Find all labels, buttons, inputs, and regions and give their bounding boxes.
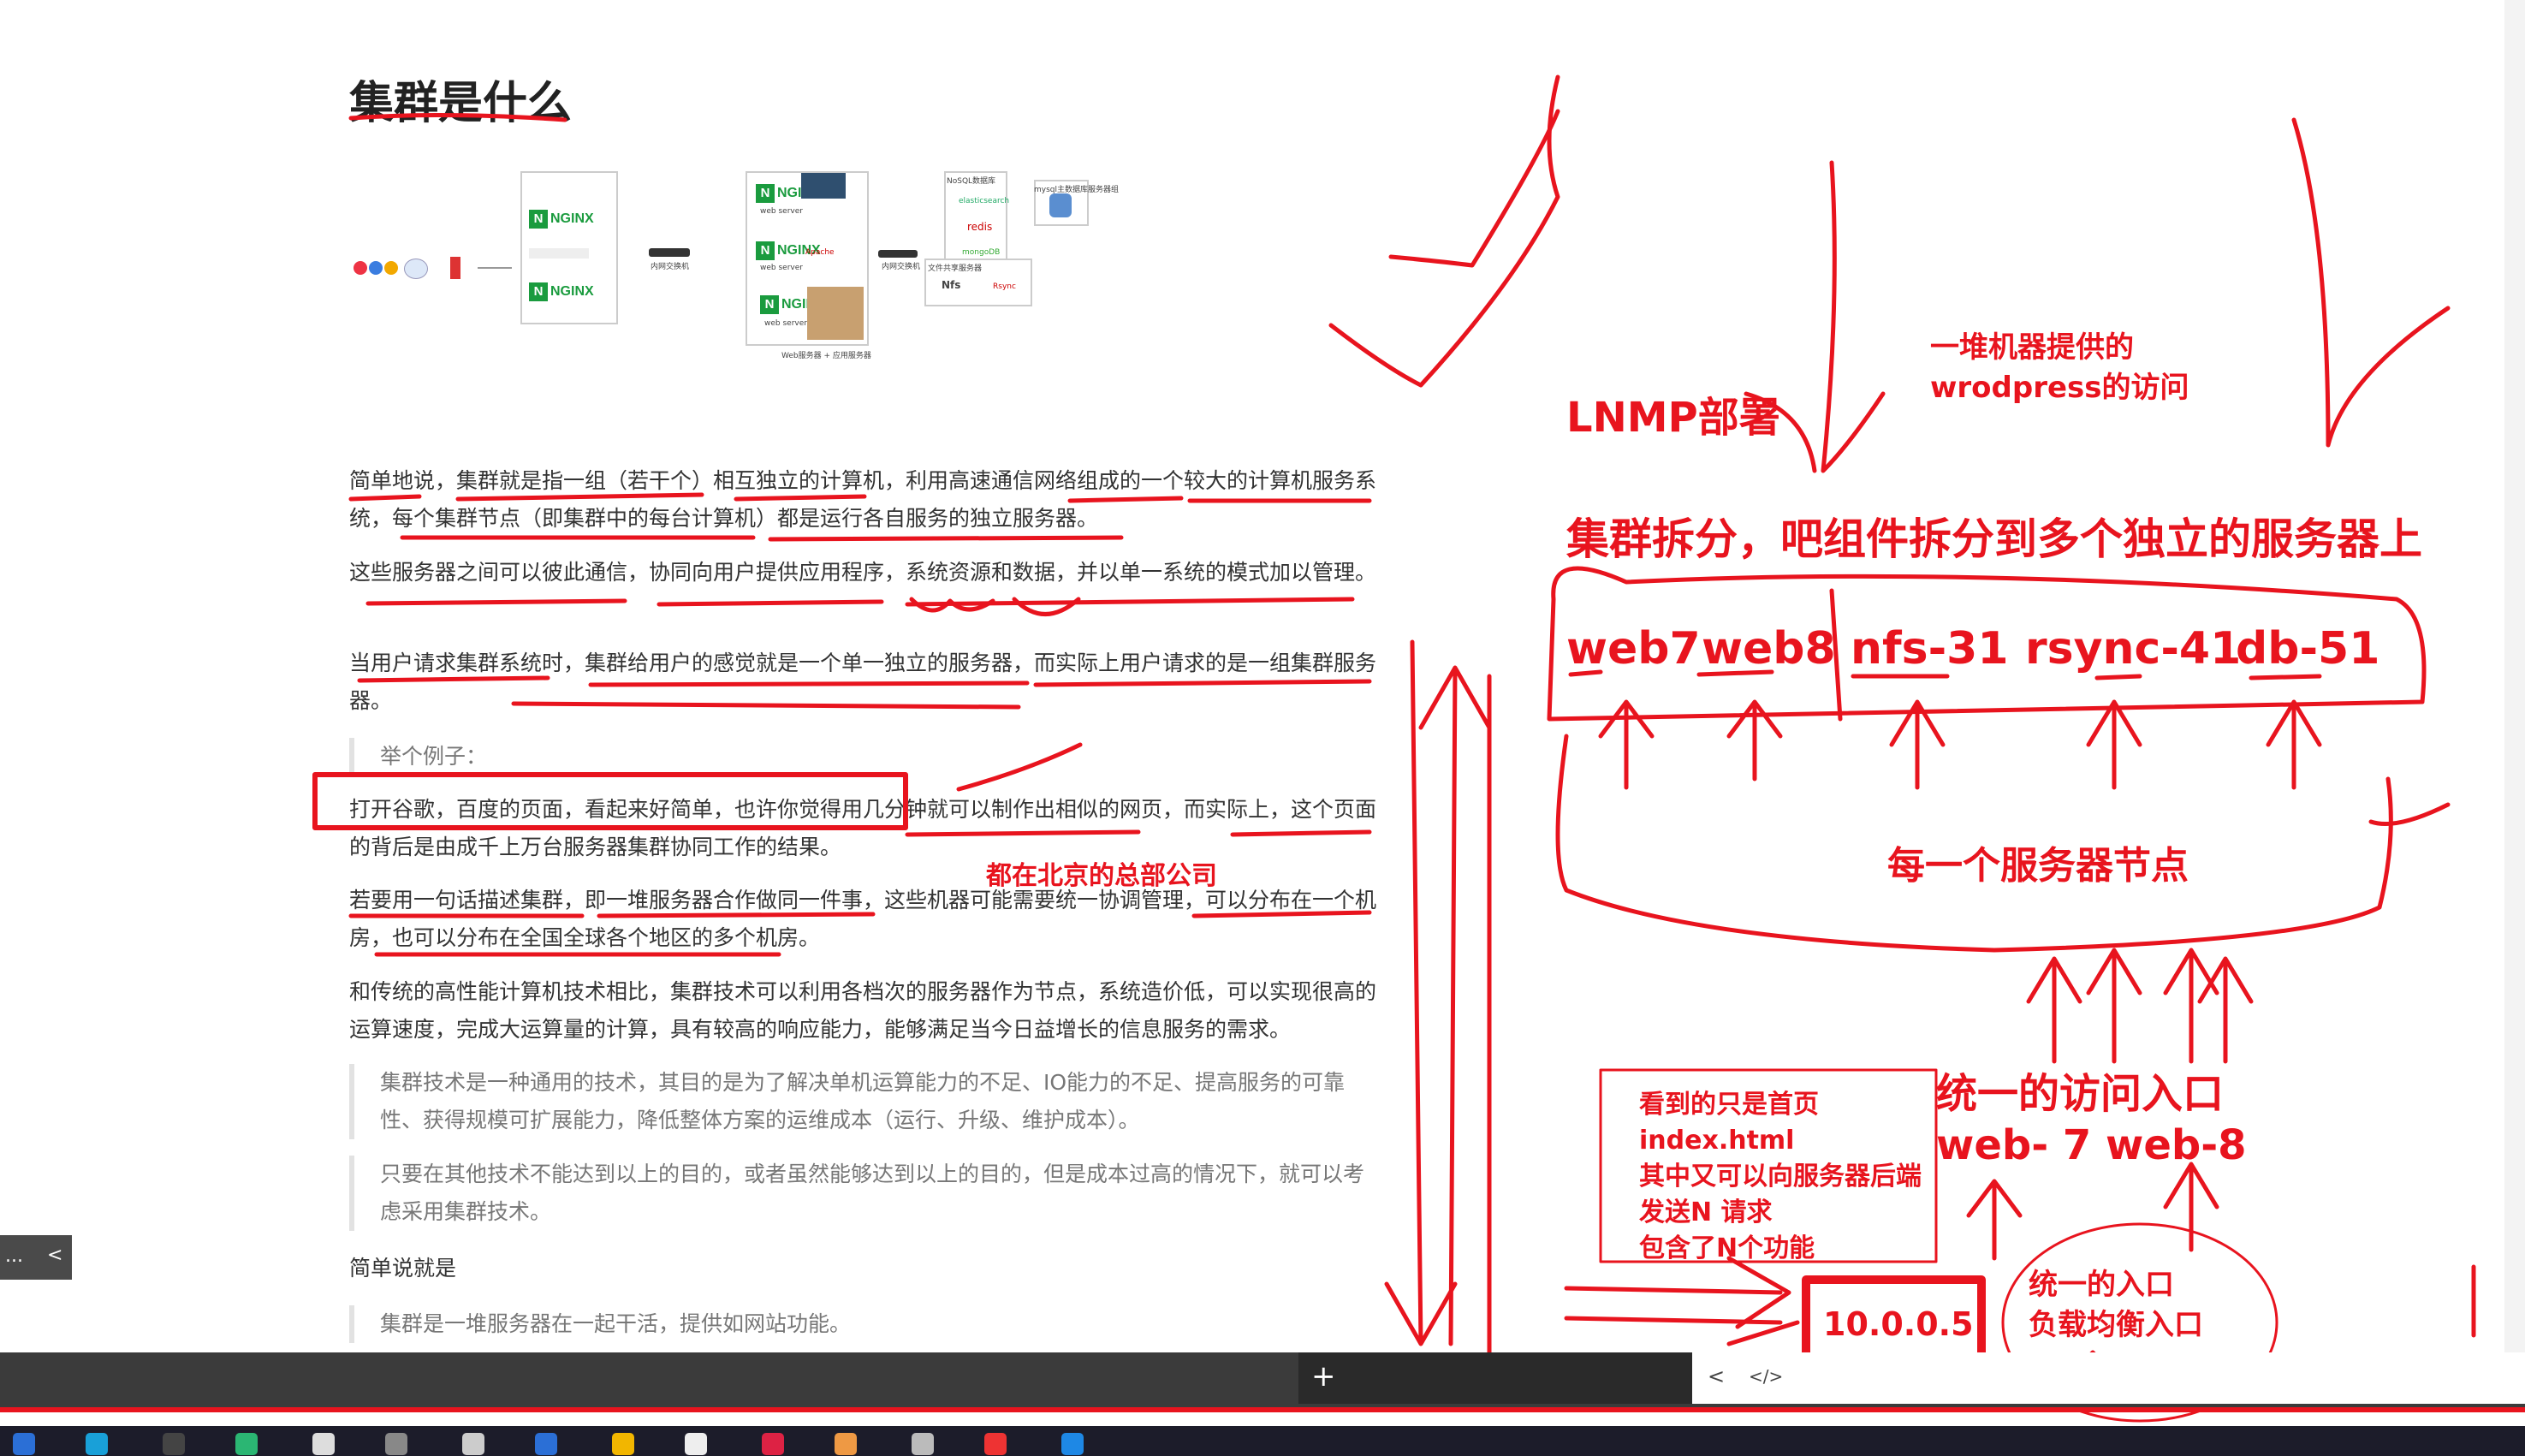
code-icon[interactable]: </> — [1749, 1366, 1783, 1387]
app-icon[interactable] — [385, 1433, 407, 1455]
app-icon[interactable] — [762, 1433, 784, 1455]
architecture-diagram: N NGINX N NGINX 内网交换机 N NGINX N NGINX N NGINX… — [349, 163, 1282, 437]
app-icon[interactable] — [912, 1433, 934, 1455]
red-divider — [0, 1407, 2525, 1412]
app-icon[interactable] — [312, 1433, 335, 1455]
app-icon[interactable] — [1061, 1433, 1084, 1455]
quote-4: 集群是一堆服务器在一起干活，提供如网站功能。 — [349, 1305, 1376, 1343]
app-icon[interactable] — [835, 1433, 857, 1455]
right-scrollbar[interactable] — [2504, 0, 2525, 1352]
paragraph-6: 和传统的高性能计算机技术相比，集群技术可以利用各档次的服务器作为节点，系统造价低… — [349, 979, 1377, 1042]
nginx-logo: N NGINX — [529, 282, 606, 306]
nginx-logo: N NGINX — [529, 210, 606, 234]
app-icon[interactable] — [685, 1433, 707, 1455]
document-page: 集群是什么 N NGINX N NGINX 内网交换机 N NGINX N NGINX … — [0, 0, 2525, 1352]
paragraph-1: 简单地说，集群就是指一组（若干个）相互独立的计算机，利用高速通信网络组成的一个较… — [349, 468, 1377, 531]
plus-button[interactable]: + — [1311, 1359, 1336, 1394]
paragraph-4: 打开谷歌，百度的页面，看起来好简单，也许你觉得用几分钟就可以制作出相似的网页，而… — [349, 797, 1377, 859]
app-icon[interactable] — [462, 1433, 484, 1455]
paragraph-7: 简单说就是 — [349, 1256, 457, 1281]
paragraph-3: 当用户请求集群系统时，集群给用户的感觉就是一个单一独立的服务器，而实际上用户请求… — [349, 651, 1377, 713]
quote-3: 只要在其他技术不能达到以上的目的，或者虽然能够达到以上的目的，但是成本过高的情况… — [349, 1156, 1376, 1231]
page-title: 集群是什么 — [349, 78, 573, 129]
chevron-left-icon[interactable]: < — [1708, 1364, 1725, 1388]
app-icon[interactable] — [86, 1433, 108, 1455]
app-icon[interactable] — [13, 1433, 35, 1455]
taskbar — [0, 1426, 2525, 1456]
app-icon[interactable] — [984, 1433, 1007, 1455]
paragraph-2: 这些服务器之间可以彼此通信，协同向用户提供应用程序，系统资源和数据，并以单一系统… — [349, 560, 1377, 585]
app-icon[interactable] — [235, 1433, 258, 1455]
app-icon[interactable] — [535, 1433, 557, 1455]
app-icon[interactable] — [612, 1433, 634, 1455]
nav-bar: < </> — [1692, 1352, 2525, 1404]
paragraph-5: 若要用一句话描述集群，即一堆服务器合作做同一件事，这些机器可能需要统一协调管理，… — [349, 888, 1377, 950]
chevron-left-icon: < — [47, 1245, 63, 1266]
left-collapse-button[interactable]: ... < — [0, 1235, 72, 1280]
new-tab-bar: + — [1298, 1352, 1692, 1404]
quote-example: 举个例子： — [349, 738, 1376, 776]
quote-2: 集群技术是一种通用的技术，其目的是为了解决单机运算能力的不足、IO能力的不足、提… — [349, 1064, 1376, 1139]
app-icon[interactable] — [163, 1433, 185, 1455]
